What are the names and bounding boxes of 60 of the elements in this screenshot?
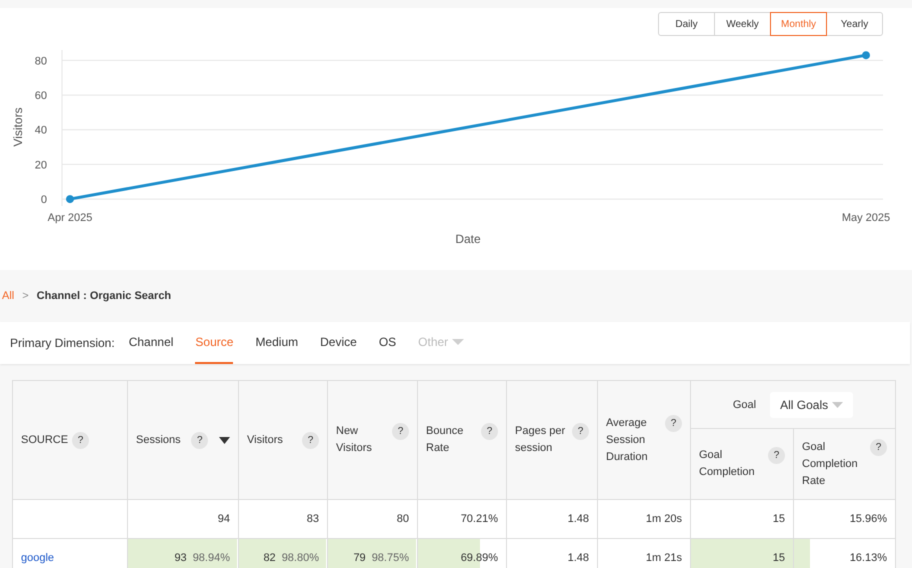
help-icon[interactable]: ? [768,447,785,464]
x-tick-label: May 2025 [842,212,890,224]
goal-label: Goal [732,398,756,410]
column-header[interactable]: New Visitors ? [328,380,418,500]
column-header[interactable]: Sessions ? [128,380,238,500]
total-cell: 83 [306,513,319,525]
help-icon[interactable]: ? [481,423,498,440]
total-cell: 80 [396,513,409,525]
dimension-tab[interactable]: Medium [255,322,298,364]
breadcrumb-separator: > [22,290,29,302]
dimension-tab[interactable]: Device [320,322,357,364]
help-icon[interactable]: ? [870,438,887,456]
table-cell-text: 69.89% [460,552,499,564]
table-cell-text: 82 98.80% [263,552,320,564]
total-cell: 70.21% [460,513,498,525]
column-header[interactable]: Goal Completion ? [690,428,794,500]
y-tick-label: 60 [34,90,47,102]
table-cell-text: 1.48 [568,552,590,564]
source-link[interactable]: google [21,552,54,564]
total-cell: 94 [218,513,230,525]
help-icon[interactable]: ? [302,432,319,448]
dimension-tab[interactable]: Channel [128,322,174,364]
dimension-tab[interactable]: OS [378,322,396,364]
dimension-label: Primary Dimension: [10,335,115,352]
caret-icon[interactable] [832,402,844,408]
period-button[interactable]: Weekly [714,12,771,36]
table-cell-text: 79 98.75% [353,552,410,564]
column-header[interactable]: Pages per session ? [506,380,598,500]
column-header[interactable]: Goal Completion Rate ? [794,428,896,500]
column-header[interactable]: Visitors ? [238,380,328,500]
total-cell: 1m 20s [646,513,682,525]
x-axis-title: Date [455,232,481,246]
y-tick-label: 40 [34,124,47,137]
total-cell: 15 [772,513,785,525]
column-header[interactable]: Average Session Duration ? [598,380,690,500]
help-icon[interactable]: ? [572,423,589,440]
x-tick-label: Apr 2025 [48,212,92,224]
period-button[interactable]: Yearly [826,12,883,36]
table-cell-text: 1m 21s [646,552,683,564]
table-cell-text: 93 98.94% [174,552,231,564]
data-point [862,51,870,60]
y-axis-title: Visitors [11,107,25,147]
column-header[interactable]: SOURCE ? [12,380,128,500]
table-cell-text: 15 [772,552,786,564]
total-cell: 1.48 [568,513,589,525]
y-tick-label: 20 [34,159,47,172]
y-tick-label: 80 [34,55,47,68]
goal-select[interactable]: All Goals [770,392,854,418]
breadcrumb-current: Channel : Organic Search [36,290,172,302]
y-tick-label: 0 [40,194,47,206]
period-button[interactable]: Daily [658,12,715,36]
table-cell-text: 16.13% [850,552,888,564]
sort-descending-icon[interactable] [218,436,230,444]
help-icon[interactable]: ? [392,423,409,440]
help-icon[interactable]: ? [191,432,208,448]
help-icon[interactable]: ? [665,414,682,432]
total-cell: 15.96% [850,513,887,525]
data-point [66,195,74,204]
help-icon[interactable]: ? [72,432,90,448]
column-header[interactable]: Bounce Rate ? [418,380,506,500]
